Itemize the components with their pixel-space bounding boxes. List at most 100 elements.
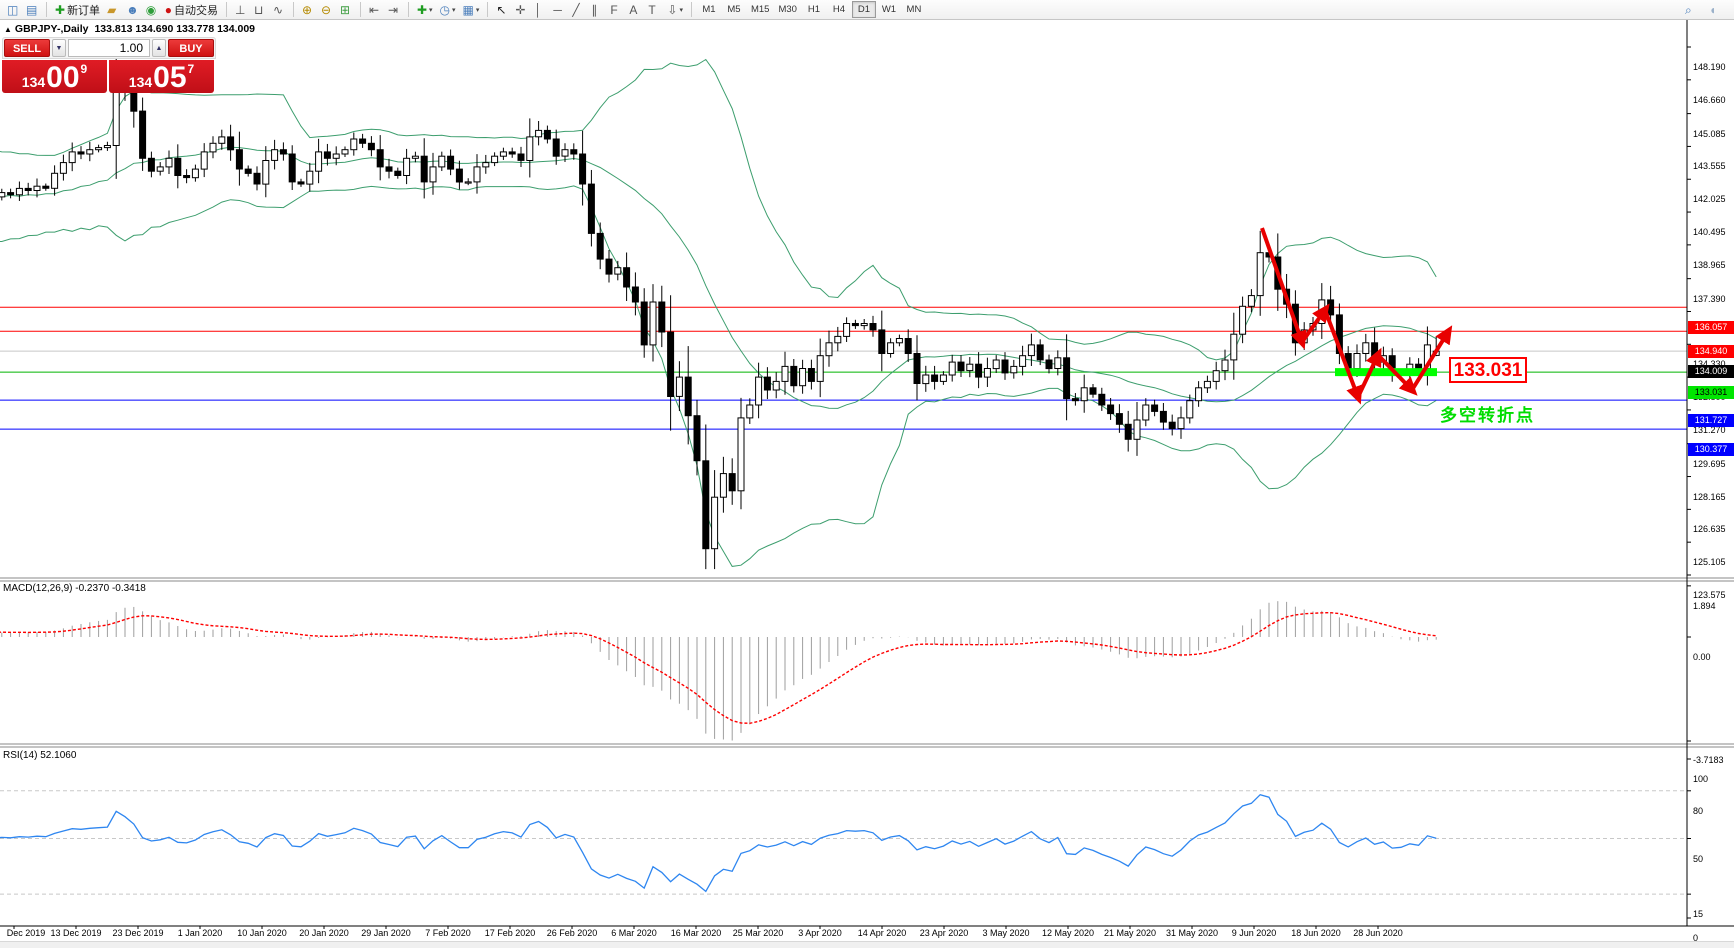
toolbar-button-auto-scroll[interactable]: ⇥ [385, 1, 403, 19]
toolbar-button-arrows[interactable]: ⇩▾ [664, 1, 686, 19]
toolbar-button-horizontal-line[interactable]: ─ [550, 1, 568, 19]
toolbar-button-new-chart[interactable]: ◫ [4, 1, 22, 19]
timeframe-button-m1[interactable]: M1 [697, 1, 721, 18]
turning-point-note[interactable]: 多空转折点 [1440, 401, 1535, 426]
sell-price-display[interactable]: 134009 [2, 60, 107, 93]
volume-decrease-button[interactable]: ▼ [52, 39, 66, 57]
timeframe-button-d1[interactable]: D1 [852, 1, 876, 18]
toolbar-button-search[interactable]: ⌕ [1682, 1, 1700, 19]
search-icon: ⌕ [1685, 2, 1692, 18]
chart-symbol-header: ▲GBPJPY-,Daily133.813 134.690 133.778 13… [4, 23, 255, 35]
toolbar-button-crosshair[interactable]: ✛ [512, 1, 530, 19]
toolbar-button-new-order[interactable]: ✚新订单 [52, 1, 103, 19]
date-axis-label: 13 Dec 2019 [50, 928, 101, 938]
toolbar-button-indicators[interactable]: ✚▾ [414, 1, 436, 19]
price-axis-label: 146.660 [1693, 95, 1734, 105]
date-axis-label: Dec 2019 [7, 928, 46, 938]
toolbar-button-zoom-in[interactable]: ⊕ [299, 1, 317, 19]
toolbar-button-tile-windows[interactable]: ⊞ [337, 1, 355, 19]
price-axis-label: 125.105 [1693, 557, 1734, 567]
bollinger-bands [0, 60, 1436, 567]
price-axis-badge: 134.940 [1688, 345, 1734, 358]
macd-pane[interactable] [0, 601, 1436, 740]
toolbar-button-market[interactable]: ▰ [104, 1, 122, 19]
price-chart-canvas[interactable] [0, 20, 1734, 948]
date-axis-label: 1 Jan 2020 [178, 928, 223, 938]
toolbar-button-signals[interactable]: ◉ [143, 1, 161, 19]
profiles-icon: ▤ [26, 2, 37, 18]
toolbar-button-profiles[interactable]: ▤ [23, 1, 41, 19]
price-axis-label: 140.495 [1693, 227, 1734, 237]
timeframe-button-h4[interactable]: H4 [827, 1, 851, 18]
toolbar-button-chart-shift[interactable]: ⇤ [366, 1, 384, 19]
fibonacci-icon: F [610, 2, 617, 18]
timeframe-button-mn[interactable]: MN [902, 1, 926, 18]
chat-icon: ◖ [1709, 2, 1716, 18]
volume-input[interactable]: 1.00 [68, 39, 150, 57]
rsi-indicator-label: RSI(14) 52.1060 [3, 750, 76, 761]
toolbar-button-periods[interactable]: ◷▾ [437, 1, 459, 19]
sell-button[interactable]: SELL [4, 39, 50, 57]
sell-price-point: 9 [81, 62, 88, 76]
toolbar-right-group: ⌕◖ [1682, 1, 1730, 19]
crosshair-icon: ✛ [515, 2, 525, 18]
ohlc-values: 133.813 134.690 133.778 134.009 [94, 23, 255, 35]
toolbar-button-templates[interactable]: ▦▾ [460, 1, 483, 19]
text-icon: A [629, 2, 637, 18]
chart-window[interactable]: ▲GBPJPY-,Daily133.813 134.690 133.778 13… [0, 20, 1734, 948]
main-price-pane[interactable] [0, 39, 1687, 569]
timeframe-button-m30[interactable]: M30 [774, 1, 800, 18]
buy-price-pips: 05 [153, 64, 186, 92]
toolbar-separator [293, 2, 294, 17]
one-click-toggle-icon[interactable]: ▲ [4, 25, 12, 34]
toolbar-button-bar-chart[interactable]: ⊥ [232, 1, 250, 19]
toolbar-button-candle-chart[interactable]: ⊔ [251, 1, 269, 19]
sell-price-figure: 134 [22, 74, 45, 90]
bid-ask-display: 134009 134057 [2, 60, 216, 93]
date-axis-label: 14 Apr 2020 [858, 928, 907, 938]
templates-icon: ▦ [463, 2, 474, 18]
market-icon: ▰ [107, 2, 116, 18]
dropdown-caret-icon: ▾ [476, 6, 480, 14]
channel-icon: ∥ [591, 2, 597, 18]
toolbar-button-label[interactable]: T [645, 1, 663, 19]
timeframe-button-h1[interactable]: H1 [802, 1, 826, 18]
toolbar-button-chat[interactable]: ◖ [1706, 1, 1724, 19]
toolbar-button-trendline[interactable]: ╱ [569, 1, 587, 19]
toolbar-button-zoom-out[interactable]: ⊖ [318, 1, 336, 19]
price-axis-label: 128.165 [1693, 492, 1734, 502]
toolbar-button-channel[interactable]: ∥ [588, 1, 606, 19]
timeframe-button-w1[interactable]: W1 [877, 1, 901, 18]
price-axis-badge: 133.031 [1688, 386, 1734, 399]
toolbar-separator [408, 2, 409, 17]
one-click-trading-panel[interactable]: SELL ▼ 1.00 ▲ BUY 134009 134057 [2, 37, 216, 93]
toolbar-button-cursor[interactable]: ↖ [493, 1, 511, 19]
price-axis-label: 126.635 [1693, 524, 1734, 534]
date-axis-label: 28 Jun 2020 [1353, 928, 1403, 938]
tile-windows-icon: ⊞ [340, 2, 350, 18]
toolbar-separator [226, 2, 227, 17]
toolbar-button-vertical-line[interactable]: │ [531, 1, 549, 19]
price-axis-label: 123.575 [1693, 590, 1734, 600]
support-price-text-label[interactable]: 133.031 [1449, 357, 1527, 383]
buy-button[interactable]: BUY [168, 39, 214, 57]
timeframe-button-m5[interactable]: M5 [722, 1, 746, 18]
toolbar-button-text[interactable]: A [626, 1, 644, 19]
window-bottom-edge [0, 941, 1734, 948]
toolbar-button-autotrade[interactable]: ●自动交易 [162, 1, 221, 19]
dropdown-caret-icon: ▾ [429, 6, 433, 14]
price-axis-badge: 134.009 [1688, 365, 1734, 378]
date-axis-label: 16 Mar 2020 [671, 928, 722, 938]
rsi-pane[interactable] [0, 791, 1687, 894]
date-axis-label: 10 Jan 2020 [237, 928, 287, 938]
volume-increase-button[interactable]: ▲ [152, 39, 166, 57]
toolbar-button-community[interactable]: ☻ [123, 1, 142, 19]
timeframe-button-m15[interactable]: M15 [747, 1, 773, 18]
date-axis-label: 23 Apr 2020 [920, 928, 969, 938]
toolbar-button-fibonacci[interactable]: F [607, 1, 625, 19]
price-axis-badge: 131.727 [1688, 414, 1734, 427]
buy-price-display[interactable]: 134057 [109, 60, 214, 93]
toolbar-button-line-chart[interactable]: ∿ [270, 1, 288, 19]
autotrade-icon: ● [165, 2, 172, 18]
periods-icon: ◷ [440, 2, 450, 18]
